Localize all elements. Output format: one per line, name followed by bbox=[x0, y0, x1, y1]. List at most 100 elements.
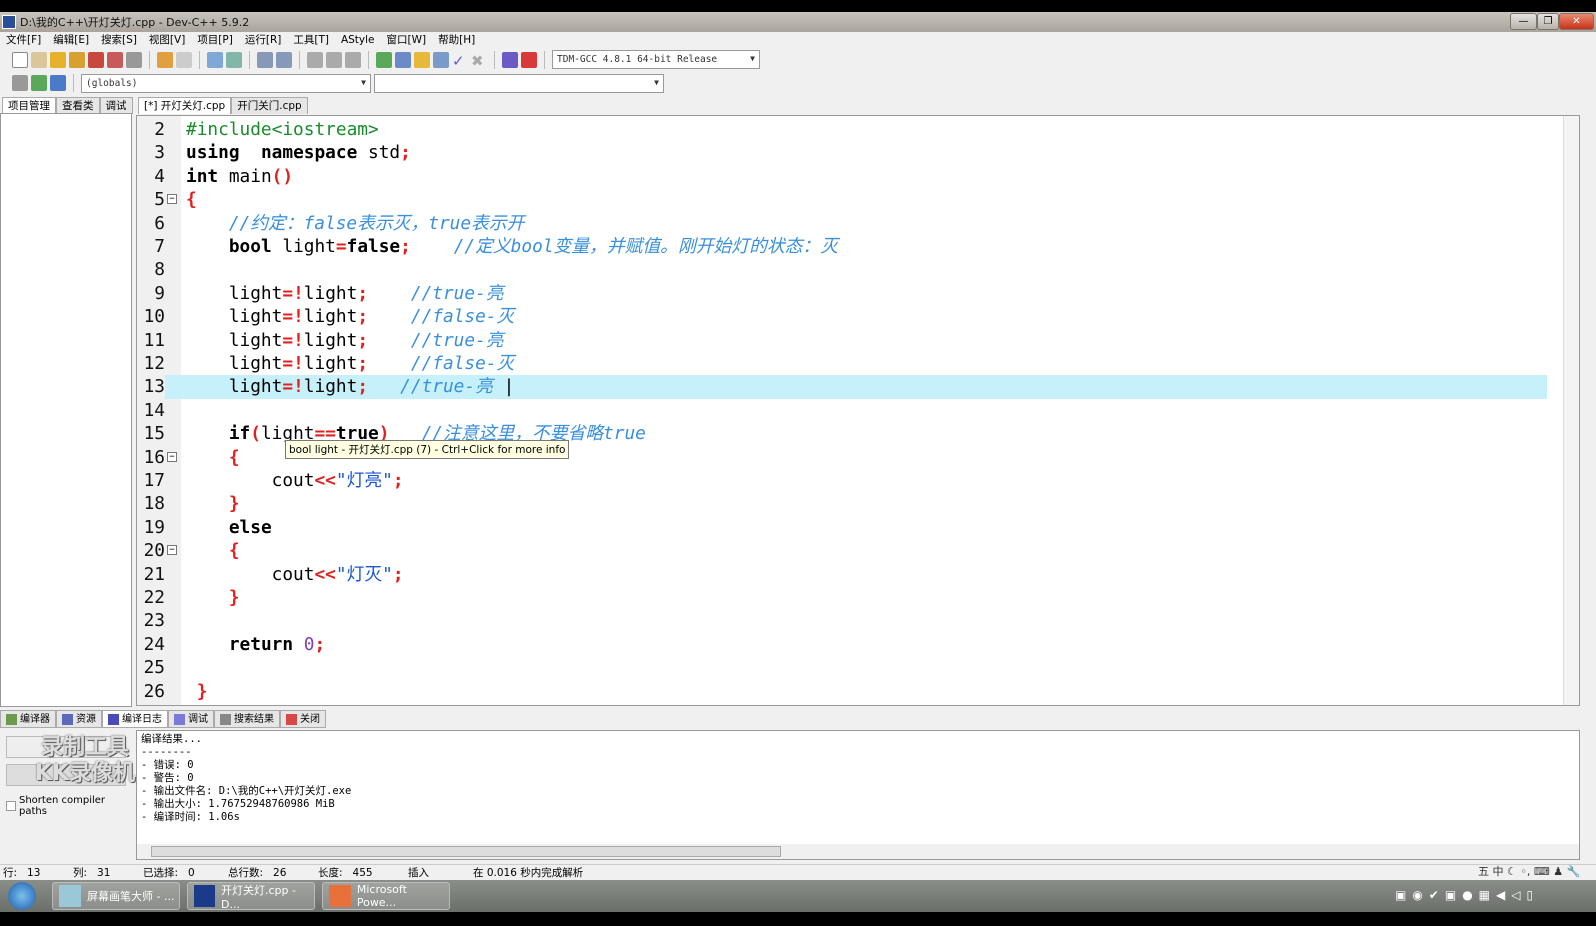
code-line[interactable]: 2 #include<iostream> bbox=[137, 118, 1547, 142]
info-icon[interactable] bbox=[50, 75, 66, 91]
editor-tab[interactable]: [*] 开灯关灯.cpp bbox=[138, 97, 232, 114]
checkbox-icon[interactable] bbox=[6, 801, 16, 811]
chart-icon[interactable] bbox=[502, 51, 518, 68]
replace-icon[interactable] bbox=[226, 51, 242, 68]
compile-icon[interactable] bbox=[376, 51, 392, 68]
code-token: ; bbox=[400, 142, 411, 164]
close-file-icon[interactable] bbox=[88, 51, 104, 68]
bookmark-icon[interactable] bbox=[345, 51, 361, 68]
code-line[interactable]: 13 light=!light; //true-亮 | bbox=[137, 375, 1547, 399]
code-line[interactable]: 20− { bbox=[137, 539, 1547, 563]
code-line[interactable]: 8 bbox=[137, 258, 1547, 282]
left-tab[interactable]: 查看类 bbox=[56, 97, 100, 114]
left-tab[interactable]: 调试 bbox=[99, 97, 133, 114]
save-all-icon[interactable] bbox=[69, 51, 85, 68]
line-number: 19 bbox=[137, 515, 165, 540]
fold-toggle-icon[interactable]: − bbox=[167, 451, 177, 462]
save-icon[interactable] bbox=[50, 51, 66, 68]
code-line[interactable]: 9 light=!light; //true-亮 bbox=[137, 281, 1547, 306]
line-number: 4 bbox=[137, 164, 165, 189]
menu-item[interactable]: 工具[T] bbox=[287, 32, 335, 48]
check-icon[interactable]: ✓ bbox=[452, 52, 468, 70]
bottom-tab[interactable]: 编译日志 bbox=[102, 710, 168, 728]
compile-run-icon[interactable] bbox=[414, 51, 430, 68]
menu-item[interactable]: 视图[V] bbox=[143, 32, 191, 48]
debug-icon[interactable] bbox=[521, 51, 537, 68]
code-line[interactable]: 14 bbox=[137, 398, 1547, 423]
undo-icon[interactable] bbox=[157, 51, 173, 68]
menu-item[interactable]: 编辑[E] bbox=[47, 32, 95, 48]
rebuild-icon[interactable] bbox=[433, 51, 449, 68]
status-field: 行: 13 bbox=[0, 865, 70, 880]
taskbar-item[interactable]: Microsoft Powe... bbox=[322, 882, 450, 910]
minimize-button[interactable]: — bbox=[1510, 13, 1537, 30]
vertical-scrollbar[interactable] bbox=[1563, 116, 1579, 705]
code-token: 0 bbox=[303, 633, 315, 655]
fold-toggle-icon[interactable]: − bbox=[167, 545, 177, 556]
compiler-select[interactable]: TDM-GCC 4.8.1 64-bit Release ▼ bbox=[552, 50, 760, 69]
fold-toggle-icon[interactable]: − bbox=[167, 194, 177, 205]
code-line[interactable]: 26 } bbox=[137, 679, 1547, 703]
indent-icon[interactable] bbox=[257, 51, 273, 68]
scope-select[interactable]: (globals) ▼ bbox=[81, 73, 371, 93]
left-tab[interactable]: 项目管理 bbox=[2, 97, 56, 114]
taskbar-item[interactable]: 开灯关灯.cpp - D... bbox=[187, 882, 315, 911]
editor-tab[interactable]: 开门关门.cpp bbox=[231, 97, 308, 114]
menu-item[interactable]: 项目[P] bbox=[191, 32, 239, 48]
bottom-tab[interactable]: 资源 bbox=[56, 710, 102, 728]
bottom-tab[interactable]: 编译器 bbox=[0, 710, 56, 728]
code-line[interactable]: 5−{ bbox=[137, 188, 1547, 212]
open-icon[interactable] bbox=[31, 51, 47, 68]
bottom-tab[interactable]: 搜索结果 bbox=[214, 710, 280, 728]
forward-icon[interactable] bbox=[326, 51, 342, 68]
stop-icon[interactable]: ✖ bbox=[471, 52, 487, 70]
code-line[interactable]: 4 int main() bbox=[137, 164, 1547, 189]
code-editor[interactable]: 2 #include<iostream> 3 using namespace std;… bbox=[136, 115, 1580, 706]
find-icon[interactable] bbox=[207, 51, 223, 68]
code-token: light bbox=[303, 376, 358, 398]
code-line[interactable]: 7 bool light=false; //定义bool变量，并赋值。刚开始灯的… bbox=[137, 235, 1547, 259]
bottom-tab[interactable]: 调试 bbox=[168, 710, 214, 728]
start-button[interactable] bbox=[8, 882, 36, 910]
menu-item[interactable]: 运行[R] bbox=[239, 32, 288, 48]
menu-item[interactable]: 文件[F] bbox=[0, 32, 47, 48]
code-line[interactable]: 21 cout<<"灯灭"; bbox=[137, 562, 1547, 586]
run-icon[interactable] bbox=[395, 51, 411, 68]
menu-item[interactable]: AStyle bbox=[335, 32, 381, 48]
close-all-icon[interactable] bbox=[107, 51, 123, 68]
code-line[interactable]: 22 } bbox=[137, 586, 1547, 610]
back-icon[interactable] bbox=[307, 51, 323, 68]
ime-toolbar[interactable]: 五 中 ☾ ◦, ⌨ ♟ 🔧 bbox=[1478, 864, 1580, 880]
code-line[interactable]: 23 bbox=[137, 609, 1547, 633]
log-line: - 错误: 0 bbox=[141, 759, 194, 771]
unindent-icon[interactable] bbox=[276, 51, 292, 68]
member-select[interactable]: ▼ bbox=[374, 73, 664, 93]
menu-item[interactable]: 搜索[S] bbox=[95, 32, 143, 48]
code-line[interactable]: 24 return 0; bbox=[137, 632, 1547, 657]
close-button[interactable]: ✕ bbox=[1559, 13, 1594, 30]
code-line[interactable]: 25 bbox=[137, 656, 1547, 680]
code-line[interactable]: 11 light=!light; //true-亮 bbox=[137, 328, 1547, 352]
print-icon[interactable] bbox=[126, 51, 142, 68]
scrollbar-thumb[interactable] bbox=[151, 846, 781, 857]
menu-item[interactable]: 帮助[H] bbox=[432, 32, 481, 48]
horizontal-scrollbar[interactable] bbox=[137, 844, 1579, 859]
code-line[interactable]: 19 else bbox=[137, 515, 1547, 540]
code-line[interactable]: 6 //约定：false表示灭，true表示开 bbox=[137, 211, 1547, 235]
shorten-paths-checkbox[interactable]: Shorten compiler paths bbox=[6, 795, 136, 817]
taskbar-item[interactable]: 屏幕画笔大师 - ... bbox=[52, 882, 180, 910]
new-file-icon[interactable] bbox=[12, 51, 28, 68]
code-line[interactable]: 12 light=!light; //false-灭 bbox=[137, 352, 1547, 376]
code-line[interactable]: 3 using namespace std; bbox=[137, 141, 1547, 165]
maximize-button[interactable]: ❐ bbox=[1537, 13, 1559, 30]
menu-item[interactable]: 窗口[W] bbox=[381, 32, 433, 48]
code-line[interactable]: 17 cout<<"灯亮"; bbox=[137, 469, 1547, 493]
code-line[interactable]: 18 } bbox=[137, 492, 1547, 516]
code-line[interactable]: 10 light=!light; //false-灭 bbox=[137, 305, 1547, 329]
project-icon[interactable] bbox=[12, 75, 28, 91]
code-token: ; bbox=[314, 633, 326, 655]
redo-icon[interactable] bbox=[176, 51, 192, 68]
bottom-tab[interactable]: 关闭 bbox=[280, 710, 326, 728]
system-tray[interactable]: ▣◉✔▣●▦◀◁▯ bbox=[1395, 888, 1539, 902]
add-icon[interactable] bbox=[31, 75, 47, 91]
